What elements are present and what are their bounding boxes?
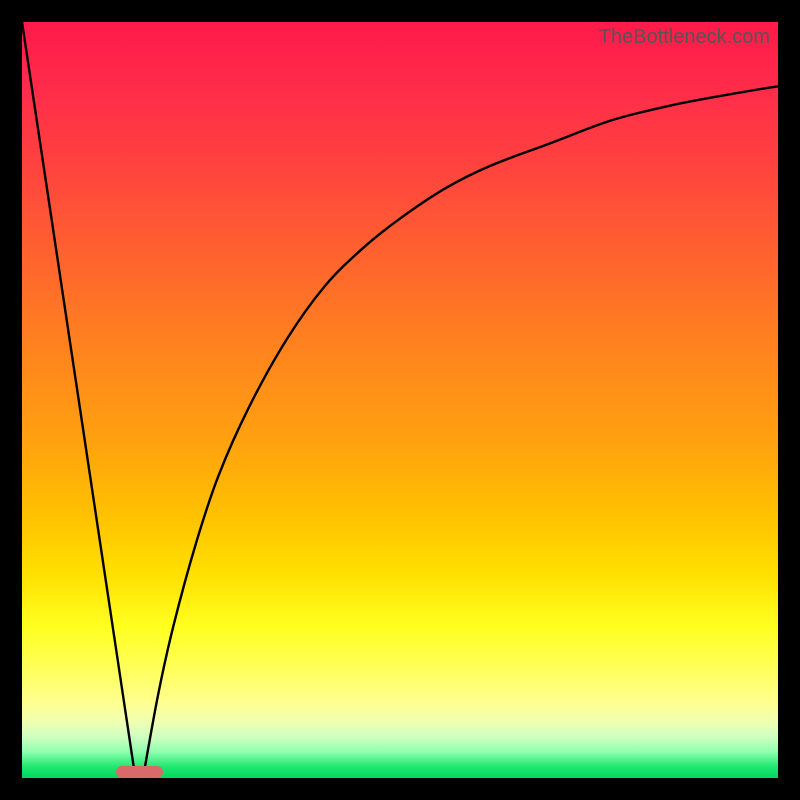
chart-container: TheBottleneck.com bbox=[0, 0, 800, 800]
left-falling-line bbox=[22, 22, 135, 778]
right-rising-curve bbox=[143, 86, 778, 778]
watermark-text: TheBottleneck.com bbox=[599, 26, 770, 49]
plot-area: TheBottleneck.com bbox=[22, 22, 778, 778]
optimal-marker bbox=[116, 766, 163, 778]
chart-curves bbox=[22, 22, 778, 778]
